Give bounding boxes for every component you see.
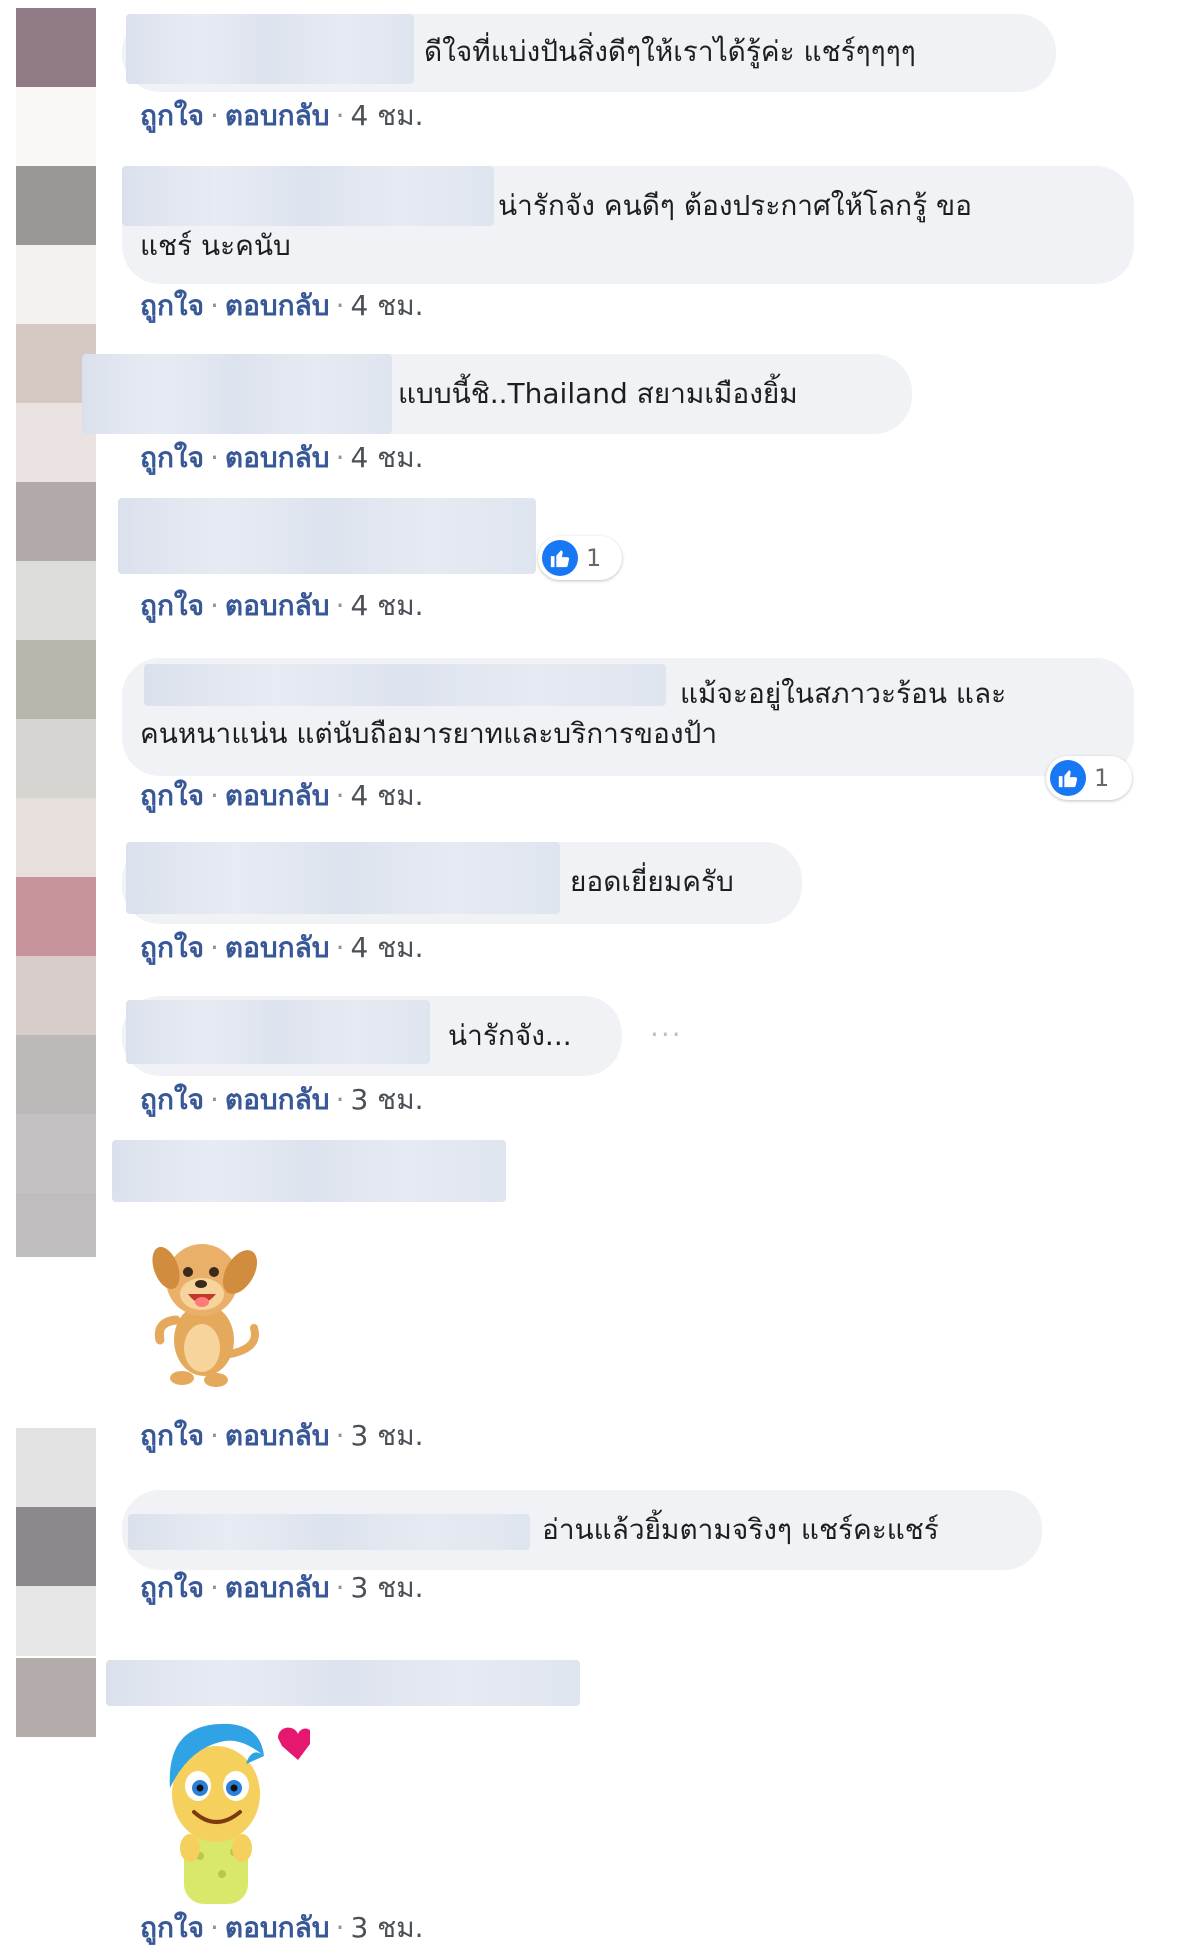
author-name-redacted[interactable] [144,664,666,706]
comment-bubble: ยอดเยี่ยมครับ [122,842,802,924]
joy-heart-sticker[interactable] [160,1716,313,1908]
comment-actions: ถูกใจ · ตอบกลับ · 4 ชม. [140,289,424,322]
comment-timestamp[interactable]: 4 ชม. [350,931,423,964]
avatar [16,8,96,87]
avatar [16,166,96,245]
like-link[interactable]: ถูกใจ [140,1571,204,1604]
reaction-summary[interactable]: 1 [1046,756,1132,800]
like-icon [1050,760,1086,796]
comment-bubble: แบบนี้ชิ..Thailand สยามเมืองยิ้ม [82,354,912,434]
reaction-count: 1 [586,544,602,572]
comment-actions: ถูกใจ · ตอบกลับ · 3 ชม. [140,1419,424,1452]
author-name-redacted[interactable] [118,498,536,574]
avatar [16,482,96,561]
comment-text: ดีใจที่แบ่งปันสิ่งดีๆให้เราได้รู้ค่ะ แชร… [424,35,916,68]
avatar [16,1428,96,1507]
comment-timestamp[interactable]: 4 ชม. [350,441,423,474]
like-link[interactable]: ถูกใจ [140,589,204,622]
author-name-redacted[interactable] [126,14,414,84]
avatar [16,640,96,719]
author-name-redacted[interactable] [112,1140,506,1202]
comment-actions: ถูกใจ · ตอบกลับ · 4 ชม. [140,441,424,474]
comment-text: อ่านแล้วยิ้มตามจริงๆ แชร์คะแชร์ [542,1513,939,1546]
reply-link[interactable]: ตอบกลับ [225,589,330,622]
avatar [16,877,96,956]
avatar [16,1035,96,1114]
comment-timestamp[interactable]: 4 ชม. [350,779,423,812]
comment-timestamp[interactable]: 3 ชม. [350,1571,423,1604]
reply-link[interactable]: ตอบกลับ [225,931,330,964]
comment-actions: ถูกใจ · ตอบกลับ · 4 ชม. [140,99,424,132]
comment-actions: ถูกใจ · ตอบกลับ · 4 ชม. [140,931,424,964]
avatar [16,87,96,166]
author-name-redacted[interactable] [126,1000,430,1064]
like-link[interactable]: ถูกใจ [140,1419,204,1452]
comment-bubble [118,498,538,574]
author-name-redacted[interactable] [82,354,392,434]
avatar [16,956,96,1035]
avatar [16,1507,96,1586]
like-link[interactable]: ถูกใจ [140,441,204,474]
comment-bubble: แม้จะอยู่ในสภาวะร้อน และ คนหนาแน่น แต่นั… [122,658,1134,776]
author-name-redacted[interactable] [122,166,494,226]
like-link[interactable]: ถูกใจ [140,1083,204,1116]
comment-timestamp[interactable]: 3 ชม. [350,1419,423,1452]
avatar-strip [16,8,96,1748]
reply-link[interactable]: ตอบกลับ [225,1083,330,1116]
avatar [16,1586,96,1656]
avatar [16,1193,96,1257]
comment-thread: ดีใจที่แบ่งปันสิ่งดีๆให้เราได้รู้ค่ะ แชร… [0,0,1200,1951]
like-link[interactable]: ถูกใจ [140,1911,204,1944]
avatar [16,1658,96,1737]
comment-bubble: น่ารักจัง... [122,996,622,1076]
reply-link[interactable]: ตอบกลับ [225,289,330,322]
comment-actions: ถูกใจ · ตอบกลับ · 3 ชม. [140,1083,424,1116]
comment-actions: ถูกใจ · ตอบกลับ · 4 ชม. [140,779,424,812]
reply-link[interactable]: ตอบกลับ [225,1911,330,1944]
avatar [16,1114,96,1193]
avatar [16,719,96,798]
comment-text-line-2: แชร์ นะคนับ [140,229,291,262]
author-name-redacted[interactable] [106,1660,580,1706]
comment-text: แบบนี้ชิ..Thailand สยามเมืองยิ้ม [398,377,798,410]
like-icon [542,540,578,576]
more-options-icon[interactable]: ··· [650,1018,683,1051]
comment-text-line-1: แม้จะอยู่ในสภาวะร้อน และ [680,677,1007,710]
avatar [16,798,96,877]
reply-link[interactable]: ตอบกลับ [225,1419,330,1452]
reaction-summary[interactable]: 1 [538,536,622,580]
comment-actions: ถูกใจ · ตอบกลับ · 4 ชม. [140,589,424,622]
avatar [16,245,96,324]
author-name-redacted[interactable] [128,1514,530,1550]
reply-link[interactable]: ตอบกลับ [225,441,330,474]
comment-timestamp[interactable]: 4 ชม. [350,99,423,132]
reply-link[interactable]: ตอบกลับ [225,99,330,132]
comment-text: น่ารักจัง... [448,1019,572,1052]
reply-link[interactable]: ตอบกลับ [225,1571,330,1604]
author-name-redacted[interactable] [126,842,560,914]
comment-timestamp[interactable]: 4 ชม. [350,589,423,622]
reaction-count: 1 [1094,764,1110,792]
dog-sticker[interactable] [142,1228,272,1388]
like-link[interactable]: ถูกใจ [140,779,204,812]
comment-bubble: น่ารักจัง คนดีๆ ต้องประกาศให้โลกรู้ ขอ แ… [122,166,1134,284]
comment-text-line-2: คนหนาแน่น แต่นับถือมารยาทและบริการของป้า [140,717,718,750]
comment-actions: ถูกใจ · ตอบกลับ · 3 ชม. [140,1911,424,1944]
comment-timestamp[interactable]: 4 ชม. [350,289,423,322]
comment-actions: ถูกใจ · ตอบกลับ · 3 ชม. [140,1571,424,1604]
comment-bubble: อ่านแล้วยิ้มตามจริงๆ แชร์คะแชร์ [122,1490,1042,1570]
comment-text-line-1: น่ารักจัง คนดีๆ ต้องประกาศให้โลกรู้ ขอ [498,189,972,222]
comment-timestamp[interactable]: 3 ชม. [350,1911,423,1944]
reply-link[interactable]: ตอบกลับ [225,779,330,812]
comment-bubble: ดีใจที่แบ่งปันสิ่งดีๆให้เราได้รู้ค่ะ แชร… [122,14,1056,92]
like-link[interactable]: ถูกใจ [140,931,204,964]
avatar [16,561,96,640]
like-link[interactable]: ถูกใจ [140,289,204,322]
comment-timestamp[interactable]: 3 ชม. [350,1083,423,1116]
like-link[interactable]: ถูกใจ [140,99,204,132]
comment-text: ยอดเยี่ยมครับ [570,865,734,898]
